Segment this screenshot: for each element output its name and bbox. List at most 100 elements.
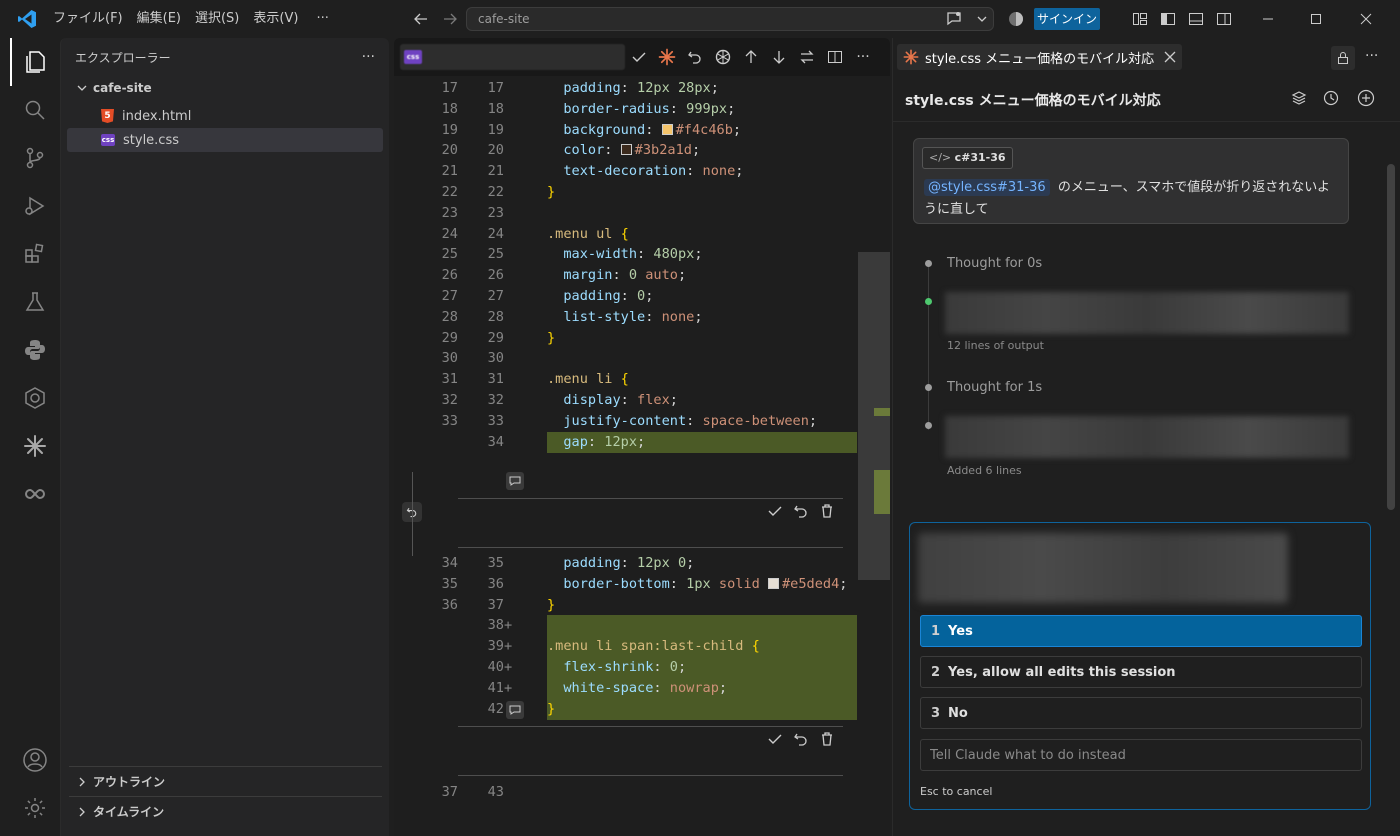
code-line[interactable]: 31 31 .menu li { bbox=[394, 369, 890, 390]
source-control-icon[interactable] bbox=[10, 134, 60, 182]
accept-check-icon[interactable] bbox=[625, 43, 653, 71]
testing-flask-icon[interactable] bbox=[10, 278, 60, 326]
instead-input[interactable] bbox=[920, 739, 1362, 771]
trash-icon[interactable] bbox=[819, 731, 835, 747]
undo-icon[interactable] bbox=[793, 731, 809, 747]
option-yes[interactable]: 1 Yes bbox=[920, 615, 1362, 647]
code-line[interactable]: 32 32 display: flex; bbox=[394, 390, 890, 411]
swap-icon[interactable] bbox=[793, 43, 821, 71]
code-line[interactable]: 24 24 .menu ul { bbox=[394, 224, 890, 245]
toggle-secondary-sidebar-icon[interactable] bbox=[1210, 5, 1238, 33]
code-line-added[interactable]: 38 + bbox=[394, 615, 890, 637]
toggle-panel-icon[interactable] bbox=[1182, 5, 1210, 33]
outline-section[interactable]: アウトライン bbox=[69, 766, 382, 796]
claude-spark-icon[interactable] bbox=[653, 43, 681, 71]
close-window-icon[interactable] bbox=[1352, 5, 1380, 33]
code-line[interactable]: 17 17 padding: 12px 28px; bbox=[394, 78, 890, 99]
code-line[interactable]: 29 29} bbox=[394, 328, 890, 349]
toggle-primary-sidebar-icon[interactable] bbox=[1154, 5, 1182, 33]
editor-tab-blurred[interactable]: css bbox=[400, 44, 625, 70]
menu-edit[interactable]: 編集(E) bbox=[130, 0, 188, 38]
code-line-added[interactable]: 34 gap: 12px; bbox=[394, 431, 890, 453]
maximize-icon[interactable] bbox=[1302, 5, 1330, 33]
folder-cafe-site[interactable]: cafe-site bbox=[61, 76, 389, 100]
code-line-added[interactable]: 42} bbox=[394, 698, 890, 720]
file-style-css[interactable]: css style.css bbox=[67, 128, 383, 152]
code-line[interactable]: 30 30 bbox=[394, 348, 890, 369]
code-line[interactable]: 20 20 color: #3b2a1d; bbox=[394, 140, 890, 161]
chat-scrollbar[interactable] bbox=[1387, 164, 1395, 510]
remote-explorer-icon[interactable] bbox=[10, 374, 60, 422]
chevron-down-icon[interactable] bbox=[968, 5, 996, 33]
code-line[interactable]: 25 25 max-width: 480px; bbox=[394, 244, 890, 265]
accept-check-icon[interactable] bbox=[767, 731, 783, 747]
openai-icon[interactable] bbox=[709, 43, 737, 71]
code-line[interactable]: 22 22} bbox=[394, 182, 890, 203]
code-line[interactable]: 23 23 bbox=[394, 203, 890, 224]
lock-icon[interactable] bbox=[1331, 46, 1355, 70]
code-line[interactable]: 33 33 justify-content: space-between; bbox=[394, 411, 890, 432]
command-center-search[interactable]: cafe-site bbox=[466, 7, 994, 31]
option-no[interactable]: 3 No bbox=[920, 697, 1362, 729]
code-line[interactable]: 19 19 background: #f4c46b; bbox=[394, 120, 890, 141]
code-line[interactable]: 35 36 border-bottom: 1px solid #e5ded4; bbox=[394, 574, 890, 595]
explorer-icon[interactable] bbox=[10, 38, 60, 86]
search-icon[interactable] bbox=[10, 86, 60, 134]
more-menu-icon[interactable]: ··· bbox=[309, 0, 335, 38]
undo-icon[interactable] bbox=[793, 503, 809, 519]
comment-icon[interactable] bbox=[506, 701, 524, 719]
trash-icon[interactable] bbox=[819, 503, 835, 519]
code-line[interactable]: 37 43 bbox=[394, 782, 890, 803]
minimize-icon[interactable] bbox=[1254, 5, 1282, 33]
code-line-added[interactable]: 41 + white-space: nowrap; bbox=[394, 677, 890, 699]
file-index-html[interactable]: 5 index.html bbox=[61, 104, 389, 128]
copilot-infinity-icon[interactable] bbox=[10, 470, 60, 518]
code-line[interactable]: 36 37} bbox=[394, 595, 890, 616]
code-line-added[interactable]: 39 + .menu li span:last-child { bbox=[394, 636, 890, 658]
arrow-down-icon[interactable] bbox=[765, 43, 793, 71]
layers-icon[interactable] bbox=[1291, 90, 1307, 106]
code-line[interactable]: 21 21 text-decoration: none; bbox=[394, 161, 890, 182]
file-mention[interactable]: @style.css#31-36 bbox=[924, 179, 1050, 196]
code-area[interactable]: 17 17 padding: 12px 28px; 18 18 border-radi… bbox=[394, 76, 890, 836]
menu-selection[interactable]: 選択(S) bbox=[188, 0, 246, 38]
more-actions-icon[interactable]: ··· bbox=[1365, 48, 1378, 64]
timeline-section[interactable]: タイムライン bbox=[69, 796, 382, 826]
code-reference-chip[interactable]: </> c#31-36 bbox=[922, 147, 1013, 169]
menu-view[interactable]: 表示(V) bbox=[246, 0, 305, 38]
run-debug-icon[interactable] bbox=[10, 182, 60, 230]
copilot-chat-icon[interactable] bbox=[940, 5, 968, 33]
extensions-icon[interactable] bbox=[10, 230, 60, 278]
code-line[interactable]: 27 27 padding: 0; bbox=[394, 286, 890, 307]
arrow-up-icon[interactable] bbox=[737, 43, 765, 71]
settings-gear-icon[interactable] bbox=[10, 784, 60, 832]
option-yes-all-session[interactable]: 2 Yes, allow all edits this session bbox=[920, 656, 1362, 688]
code-line[interactable]: 26 26 margin: 0 auto; bbox=[394, 265, 890, 286]
accept-check-icon[interactable] bbox=[767, 503, 783, 519]
accounts-shield-icon[interactable] bbox=[1002, 5, 1030, 33]
account-icon[interactable] bbox=[10, 736, 60, 784]
color-swatch[interactable] bbox=[768, 577, 779, 589]
color-swatch[interactable] bbox=[620, 144, 632, 156]
chat-tab[interactable]: style.css メニュー価格のモバイル対応 bbox=[897, 44, 1183, 70]
new-chat-plus-icon[interactable] bbox=[1357, 89, 1375, 107]
signin-button[interactable]: サインイン bbox=[1034, 8, 1100, 30]
more-actions-icon[interactable]: ··· bbox=[362, 49, 375, 65]
forward-arrow-icon[interactable] bbox=[436, 5, 464, 33]
code-line[interactable]: 18 18 border-radius: 999px; bbox=[394, 99, 890, 120]
claude-spark-icon[interactable] bbox=[10, 422, 60, 470]
code-line-added[interactable]: 40 + flex-shrink: 0; bbox=[394, 657, 890, 678]
back-arrow-icon[interactable] bbox=[407, 5, 435, 33]
comment-icon[interactable] bbox=[506, 472, 524, 490]
customize-layout-icon[interactable] bbox=[1126, 5, 1154, 33]
menu-file[interactable]: ファイル(F) bbox=[46, 0, 130, 38]
color-swatch[interactable] bbox=[661, 123, 673, 135]
more-actions-icon[interactable]: ··· bbox=[849, 43, 877, 71]
history-clock-icon[interactable] bbox=[1323, 90, 1339, 106]
code-line[interactable]: 28 28 list-style: none; bbox=[394, 307, 890, 328]
split-editor-icon[interactable] bbox=[821, 43, 849, 71]
python-icon[interactable] bbox=[10, 326, 60, 374]
code-line[interactable]: 34 35 padding: 12px 0; bbox=[394, 553, 890, 574]
close-icon[interactable] bbox=[1164, 51, 1176, 63]
undo-icon[interactable] bbox=[681, 43, 709, 71]
